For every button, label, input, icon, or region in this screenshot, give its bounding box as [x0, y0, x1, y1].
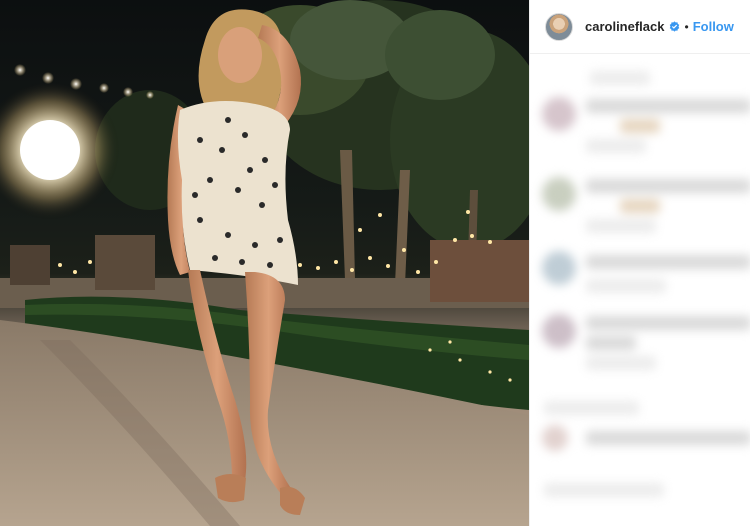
- blurred-comment: [530, 93, 750, 163]
- comments-list[interactable]: [530, 55, 750, 526]
- username-link[interactable]: carolineflack: [585, 19, 665, 34]
- verified-badge-icon: [669, 21, 679, 32]
- post-header: carolineflack • Follow: [530, 0, 750, 54]
- avatar[interactable]: [545, 12, 573, 41]
- photo-scene: [0, 0, 529, 526]
- blurred-comment: [530, 247, 750, 307]
- separator-dot: •: [684, 19, 689, 34]
- blurred-comment: [530, 475, 750, 515]
- follow-button[interactable]: Follow: [693, 19, 734, 34]
- blurred-comment: [530, 395, 750, 455]
- blurred-comment: [530, 173, 750, 243]
- post-sidebar: carolineflack • Follow: [529, 0, 750, 526]
- blurred-comment: [530, 310, 750, 380]
- blurred-comment: [530, 65, 750, 95]
- post-photo[interactable]: [0, 0, 529, 526]
